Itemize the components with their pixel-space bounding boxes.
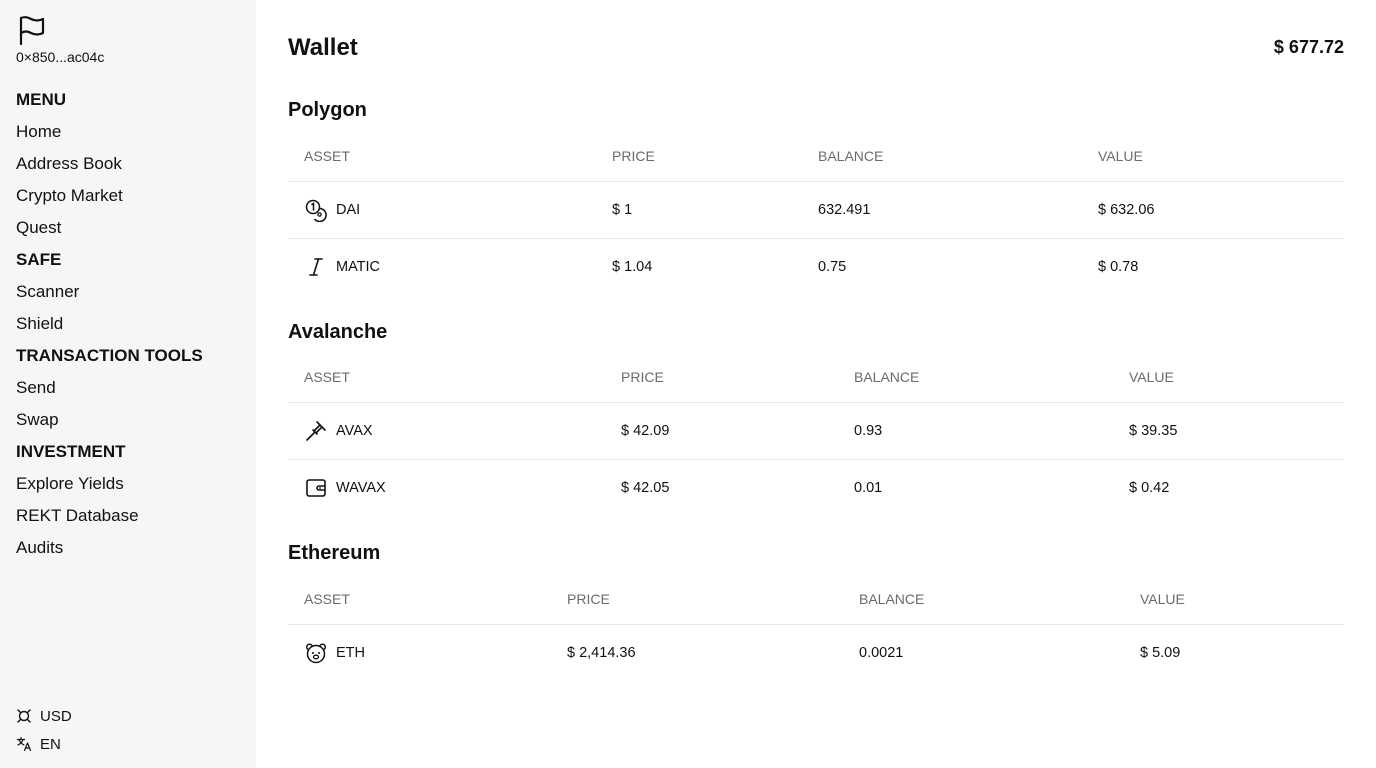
currency-icon [17, 709, 31, 723]
asset-price: $ 42.05 [621, 479, 670, 496]
sidebar-item-scanner[interactable]: Scanner [16, 276, 203, 308]
asset-value: $ 0.78 [1098, 258, 1139, 275]
asset-value: $ 632.06 [1082, 181, 1344, 239]
column-header-price: PRICE [605, 352, 838, 403]
table-header-row: ASSET PRICE BALANCE VALUE [288, 352, 1344, 403]
nav-heading-safe: SAFE [16, 250, 62, 269]
asset-balance: 632.491 [802, 181, 1082, 239]
table-header-row: ASSET PRICE BALANCE VALUE [288, 131, 1344, 182]
table-row[interactable]: WAVAX $ 42.05 0.01 $ 0.42 [288, 459, 1344, 516]
chain-title-ethereum: Ethereum [288, 542, 381, 564]
nav-heading-investment: INVESTMENT [16, 442, 126, 461]
column-header-value: VALUE [1113, 352, 1344, 403]
asset-value: $ 39.35 [1113, 402, 1344, 460]
nav-heading-menu: MENU [16, 90, 67, 109]
sidebar: 0×850...ac04c MENU Home Address Book Cry… [0, 0, 256, 768]
currency-label: USD [40, 707, 72, 725]
column-header-price: PRICE [596, 131, 802, 182]
sidebar-settings: USD EN [16, 702, 72, 758]
column-header-price: PRICE [551, 574, 843, 625]
coins-icon [305, 199, 327, 222]
sidebar-item-shield[interactable]: Shield [16, 308, 203, 340]
table-row[interactable]: DAI $ 1 632.491 $ 632.06 [288, 181, 1344, 239]
gavel-icon [306, 420, 326, 441]
column-header-asset: ASSET [288, 131, 596, 182]
asset-value: $ 0.42 [1129, 479, 1170, 496]
language-selector[interactable]: EN [16, 730, 72, 758]
asset-table-ethereum: ASSET PRICE BALANCE VALUE ETH $ 2,414.36… [288, 574, 1344, 681]
column-header-balance: BALANCE [802, 131, 1082, 182]
asset-value: $ 5.09 [1140, 644, 1181, 661]
asset-price: $ 1 [596, 181, 802, 239]
asset-name: ETH [336, 644, 365, 661]
bear-icon [305, 643, 327, 663]
sidebar-item-swap[interactable]: Swap [16, 404, 203, 436]
asset-price: $ 2,414.36 [567, 644, 636, 661]
wallet-icon [306, 478, 326, 497]
wallet-address[interactable]: 0×850...ac04c [16, 49, 104, 65]
asset-name: AVAX [336, 422, 373, 439]
chain-title-avalanche: Avalanche [288, 321, 388, 343]
sidebar-item-address-book[interactable]: Address Book [16, 148, 203, 180]
flag-icon[interactable] [16, 14, 48, 46]
chain-title-polygon: Polygon [288, 99, 367, 121]
column-header-balance: BALANCE [838, 352, 1113, 403]
asset-balance: 0.01 [854, 479, 883, 496]
table-row[interactable]: AVAX $ 42.09 0.93 $ 39.35 [288, 402, 1344, 460]
column-header-value: VALUE [1082, 131, 1344, 182]
sidebar-item-quest[interactable]: Quest [16, 212, 203, 244]
asset-balance: 0.0021 [859, 644, 904, 661]
asset-name: MATIC [336, 258, 381, 275]
table-row[interactable]: MATIC $ 1.04 0.75 $ 0.78 [288, 238, 1344, 295]
wallet-total-value: $ 677.72 [1273, 37, 1344, 57]
language-label: EN [40, 735, 61, 753]
asset-price: $ 1.04 [612, 258, 653, 275]
column-header-value: VALUE [1124, 574, 1344, 625]
sidebar-nav: MENU Home Address Book Crypto Market Que… [16, 84, 203, 564]
sidebar-item-audits[interactable]: Audits [16, 532, 203, 564]
table-header-row: ASSET PRICE BALANCE VALUE [288, 574, 1344, 625]
sidebar-item-crypto-market[interactable]: Crypto Market [16, 180, 203, 212]
column-header-asset: ASSET [288, 574, 551, 625]
language-icon [16, 736, 32, 752]
asset-balance: 0.75 [818, 258, 847, 275]
column-header-asset: ASSET [288, 352, 605, 403]
asset-balance: 0.93 [838, 402, 1113, 460]
table-row[interactable]: ETH $ 2,414.36 0.0021 $ 5.09 [288, 624, 1344, 681]
sidebar-item-explore-yields[interactable]: Explore Yields [16, 468, 203, 500]
column-header-balance: BALANCE [843, 574, 1124, 625]
asset-table-avalanche: ASSET PRICE BALANCE VALUE AVAX $ 42.09 0… [288, 352, 1344, 516]
asset-name: DAI [336, 201, 361, 218]
italic-icon [309, 257, 323, 276]
nav-heading-transaction-tools: TRANSACTION TOOLS [16, 346, 203, 365]
asset-name: WAVAX [336, 479, 386, 496]
currency-selector[interactable]: USD [16, 702, 72, 730]
asset-table-polygon: ASSET PRICE BALANCE VALUE DAI $ 1 632.49… [288, 131, 1344, 295]
page-title: Wallet [288, 34, 358, 61]
sidebar-item-rekt-database[interactable]: REKT Database [16, 500, 203, 532]
sidebar-item-send[interactable]: Send [16, 372, 203, 404]
sidebar-item-home[interactable]: Home [16, 116, 203, 148]
asset-price: $ 42.09 [605, 402, 838, 460]
